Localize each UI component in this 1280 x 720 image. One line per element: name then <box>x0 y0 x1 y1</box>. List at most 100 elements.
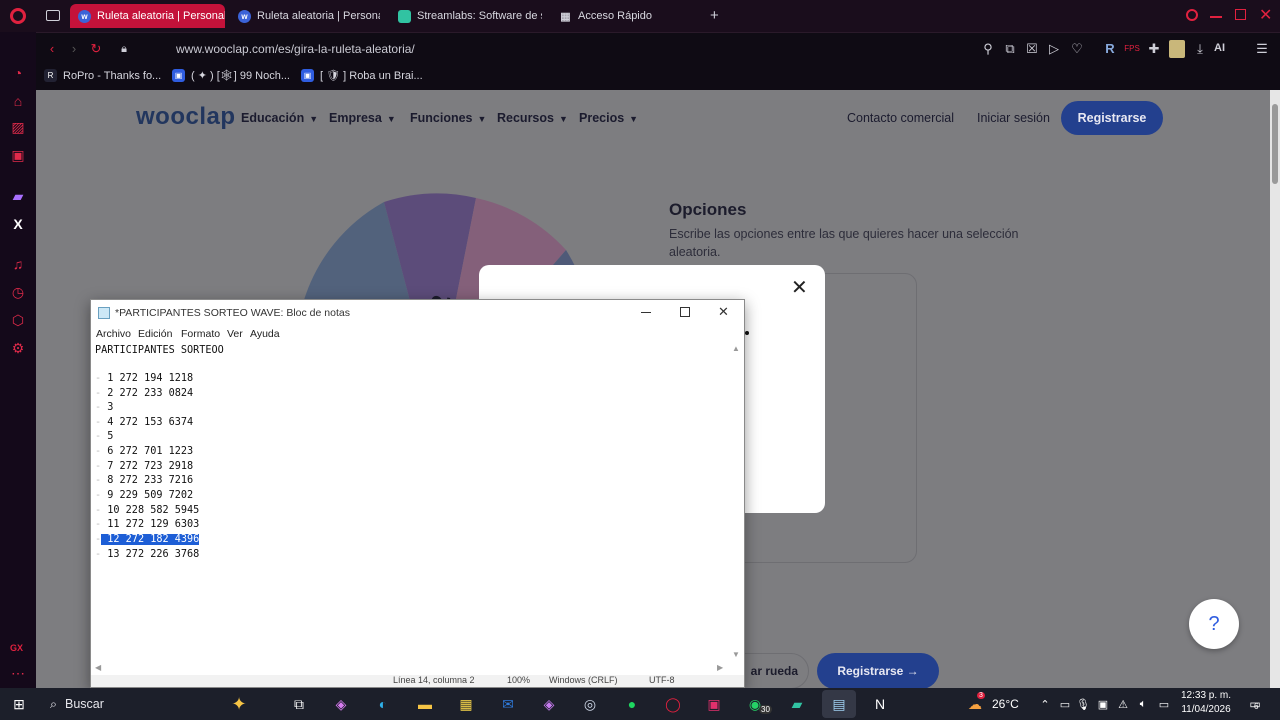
nav-empresa[interactable]: Empresa ▼ <box>329 111 396 125</box>
scroll-right-icon[interactable]: ▶ <box>717 663 723 672</box>
notepad-window: *PARTICIPANTES SORTEO WAVE: Bloc de nota… <box>90 299 745 688</box>
bookmark-ropro[interactable]: R RoPro - Thanks fo... <box>44 69 161 82</box>
x-twitter-icon[interactable]: X <box>9 215 27 233</box>
search-icon[interactable] <box>1186 9 1198 21</box>
shield-icon[interactable]: ☒ <box>1024 41 1040 57</box>
scrollbar-thumb[interactable] <box>1272 104 1278 184</box>
outlook-icon[interactable]: ✉ <box>497 694 519 714</box>
menu-ayuda[interactable]: Ayuda <box>250 328 280 340</box>
opera-logo-icon[interactable] <box>10 8 26 24</box>
twitch-icon[interactable]: ▰ <box>9 187 27 205</box>
profile-avatar[interactable] <box>1169 40 1185 58</box>
vertical-scrollbar[interactable]: ▲ ▼ <box>729 344 743 664</box>
microphone-icon[interactable]: 🎙︎ <box>1072 694 1094 714</box>
close-icon[interactable]: ✕ <box>718 304 729 320</box>
speed-dial-icon[interactable]: ◔ <box>9 64 27 82</box>
help-button[interactable]: ? <box>1189 599 1239 649</box>
tray-window-icon[interactable]: ▣ <box>1092 694 1114 714</box>
instagram-icon[interactable]: ▣ <box>703 694 725 714</box>
tab-acceso-rapido[interactable]: ▦ Acceso Rápido <box>551 4 701 28</box>
heart-icon[interactable]: ♡ <box>1069 41 1085 57</box>
copilot-icon[interactable]: ◈ <box>330 694 352 714</box>
history-icon[interactable]: ◷ <box>9 283 27 301</box>
aria-ai-button[interactable]: AI <box>1214 42 1225 54</box>
extensions-sidebar-icon[interactable]: ⬡ <box>9 311 27 329</box>
wooclap-logo[interactable]: wooclap <box>136 103 236 131</box>
gx-control-icon[interactable]: ⌂ <box>9 92 27 110</box>
scroll-down-icon[interactable]: ▼ <box>732 650 740 659</box>
search-icon: ⌕ <box>50 696 58 711</box>
reload-icon[interactable]: ↻ <box>88 41 104 57</box>
chevron-up-icon[interactable]: ⌃ <box>1034 694 1056 714</box>
register-bottom-button[interactable]: Registrarse → <box>817 653 939 688</box>
fps-extension-icon[interactable]: FPS <box>1124 41 1140 57</box>
pin-icon[interactable]: ⚲ <box>980 41 996 57</box>
minimize-icon[interactable] <box>641 312 651 313</box>
display-icon[interactable]: ▭ <box>1153 694 1175 714</box>
taskbar-search[interactable]: ⌕ Buscar <box>42 693 212 715</box>
login-link[interactable]: Iniciar sesión <box>977 111 1050 125</box>
file-explorer-icon[interactable]: ▬ <box>414 694 436 714</box>
menu-ver[interactable]: Ver <box>227 328 243 340</box>
status-zoom: 100% <box>507 675 531 685</box>
nav-precios[interactable]: Precios ▼ <box>579 111 638 125</box>
tab-ruleta[interactable]: w Ruleta aleatoria | Personali <box>230 4 380 28</box>
url-field[interactable]: www.wooclap.com/es/gira-la-ruleta-aleato… <box>176 42 415 56</box>
gx-mods-icon[interactable]: ▣ <box>9 146 27 164</box>
nav-educacion[interactable]: Educación ▼ <box>241 111 318 125</box>
nav-recursos[interactable]: Recursos ▼ <box>497 111 568 125</box>
menu-archivo[interactable]: Archivo <box>96 328 131 340</box>
volume-icon[interactable]: 🔈︎ <box>1132 694 1154 714</box>
bookmark-99-noches[interactable]: ▣ ( ✦ ) [🕸] 99 Noch... <box>172 69 290 82</box>
search-placeholder: Buscar <box>65 697 104 711</box>
ropro-extension-icon[interactable]: R <box>1102 41 1118 57</box>
register-button[interactable]: Registrarse <box>1061 101 1163 135</box>
notepad-text-area[interactable]: PARTICIPANTES SORTEOO - 1 272 194 1218 -… <box>95 344 731 666</box>
text-line-8: - 8 272 233 7216 <box>95 474 193 488</box>
gx-corner-icon[interactable]: ▨ <box>9 118 27 136</box>
menu-icon[interactable]: ☰ <box>1254 41 1270 57</box>
page-scrollbar[interactable] <box>1270 90 1280 688</box>
tab-streamlabs[interactable]: Streamlabs: Software de s <box>390 4 542 28</box>
contact-link[interactable]: Contacto comercial <box>847 111 954 125</box>
extensions-icon[interactable]: ✚ <box>1146 41 1162 57</box>
new-tab-button[interactable]: + <box>710 7 719 24</box>
opera-gx-icon[interactable]: ◯ <box>662 694 684 714</box>
menu-edicion[interactable]: Edición <box>138 328 172 340</box>
scroll-up-icon[interactable]: ▲ <box>732 344 740 353</box>
nav-funciones[interactable]: Funciones ▼ <box>410 111 486 125</box>
close-icon[interactable]: ✕ <box>1259 5 1272 25</box>
menu-formato[interactable]: Formato <box>181 328 220 340</box>
store-icon[interactable]: ▦ <box>455 694 477 714</box>
settings-icon[interactable]: ⚙ <box>9 339 27 357</box>
chevron-down-icon: ▼ <box>309 114 319 124</box>
minimize-icon[interactable] <box>1210 16 1222 18</box>
restore-icon[interactable] <box>1235 9 1246 20</box>
spotify-icon[interactable]: ● <box>621 694 643 714</box>
copilot-sparkle-icon[interactable]: ✦ <box>228 694 250 714</box>
horizontal-scrollbar[interactable]: ◀ ▶ <box>91 662 727 674</box>
close-modal-icon[interactable]: ✕ <box>791 275 808 300</box>
music-icon[interactable]: ♫ <box>9 255 27 273</box>
streamlabs-icon[interactable]: ▰ <box>786 694 808 714</box>
maximize-icon[interactable] <box>680 307 690 317</box>
edge-icon[interactable]: ◐ <box>372 694 394 714</box>
clock[interactable]: 12:33 p. m. 11/04/2026 <box>1176 689 1236 717</box>
play-icon[interactable]: ▷ <box>1046 41 1062 57</box>
notepad-titlebar[interactable]: *PARTICIPANTES SORTEO WAVE: Bloc de nota… <box>91 300 744 326</box>
network-icon[interactable]: ⚠ <box>1112 694 1134 714</box>
snapshot-icon[interactable]: ⧉ <box>1002 41 1018 57</box>
tab-ruleta-active[interactable]: w Ruleta aleatoria | Personali <box>70 4 225 28</box>
more-icon[interactable]: ⋯ <box>9 664 27 682</box>
windows-start-icon[interactable]: ⊞ <box>8 694 30 714</box>
scroll-left-icon[interactable]: ◀ <box>95 663 101 672</box>
back-icon[interactable]: ‹ <box>44 41 60 57</box>
steam-icon[interactable]: ◎ <box>579 694 601 714</box>
tab-manager-icon[interactable] <box>46 10 60 21</box>
task-view-icon[interactable]: ⧉ <box>288 694 310 714</box>
forward-icon[interactable]: › <box>66 41 82 57</box>
capcut-icon[interactable]: N <box>869 694 891 714</box>
copilot-app-icon[interactable]: ◈ <box>538 694 560 714</box>
download-icon[interactable]: ⤓ <box>1192 41 1208 57</box>
bookmark-roba-brai[interactable]: ▣ [ 🛡 ] Roba un Brai... <box>301 69 423 82</box>
